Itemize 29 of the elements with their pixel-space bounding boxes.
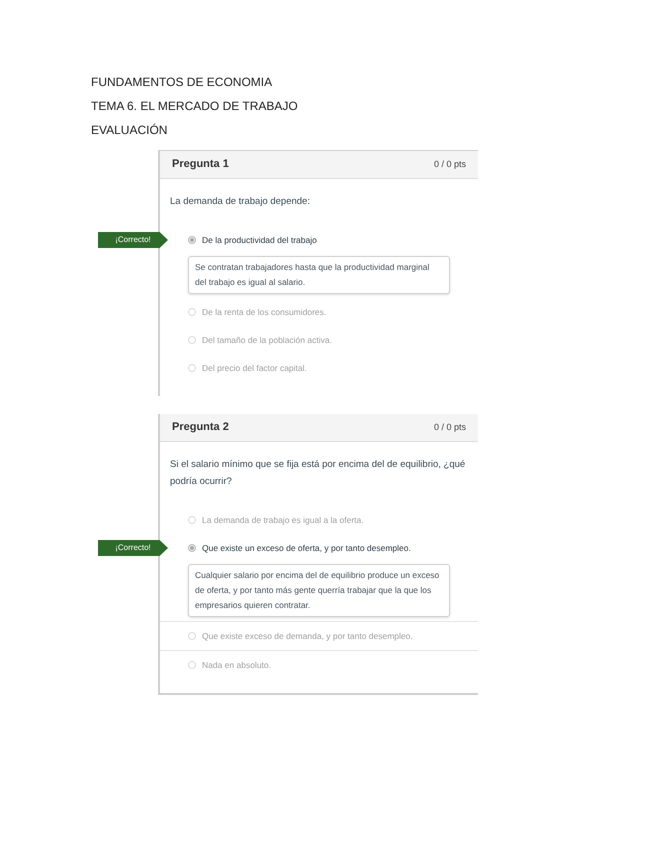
- radio-button[interactable]: [188, 661, 196, 669]
- radio-button[interactable]: [188, 236, 196, 244]
- correct-flag: ¡Correcto!: [98, 540, 168, 556]
- answer-text: De la productividad del trabajo: [202, 234, 317, 246]
- correct-flag: ¡Correcto!: [98, 232, 168, 248]
- answer-text: Nada en absoluto.: [202, 658, 271, 672]
- document-heading: TEMA 6. EL MERCADO DE TRABAJO: [91, 98, 298, 114]
- feedback-box: Se contratan trabajadores hasta que la productividad marginal del trabajo es igual al salario.: [188, 256, 450, 294]
- question-points: 0 / 0 pts: [434, 420, 466, 434]
- radio-button[interactable]: [188, 336, 196, 344]
- radio-button[interactable]: [188, 308, 196, 316]
- question-points: 0 / 0 pts: [434, 158, 466, 171]
- radio-button[interactable]: [188, 632, 196, 640]
- document-heading: EVALUACIÓN: [91, 122, 168, 138]
- feedback-box: Cualquier salario por encima del de equilibrio produce un exceso de oferta, y por tanto más gente querría trabajar que la que los empresarios quieren contratar.: [188, 564, 450, 617]
- answer-text: Del tamaño de la población activa.: [202, 334, 332, 346]
- answer-text: Que existe un exceso de oferta, y por tanto desempleo.: [202, 542, 411, 554]
- question-text: La demanda de trabajo depende:: [169, 195, 311, 209]
- radio-button[interactable]: [188, 364, 196, 372]
- radio-button[interactable]: [188, 516, 196, 524]
- answer-text: Del precio del factor capital.: [202, 362, 307, 374]
- question-title: Pregunta 2: [172, 420, 229, 436]
- question-text: Si el salario mínimo que se fija está por encima del de equilibrio, ¿qué podría ocurrir?: [169, 458, 466, 489]
- answer-text: De la renta de los consumidores.: [202, 306, 326, 318]
- answer-text: La demanda de trabajo es igual a la oferta.: [202, 514, 364, 526]
- radio-button[interactable]: [188, 544, 196, 552]
- answer-text: Que existe exceso de demanda, y por tanto desempleo.: [202, 630, 413, 642]
- question-title: Pregunta 1: [172, 157, 229, 172]
- document-heading: FUNDAMENTOS DE ECONOMIA: [91, 74, 272, 90]
